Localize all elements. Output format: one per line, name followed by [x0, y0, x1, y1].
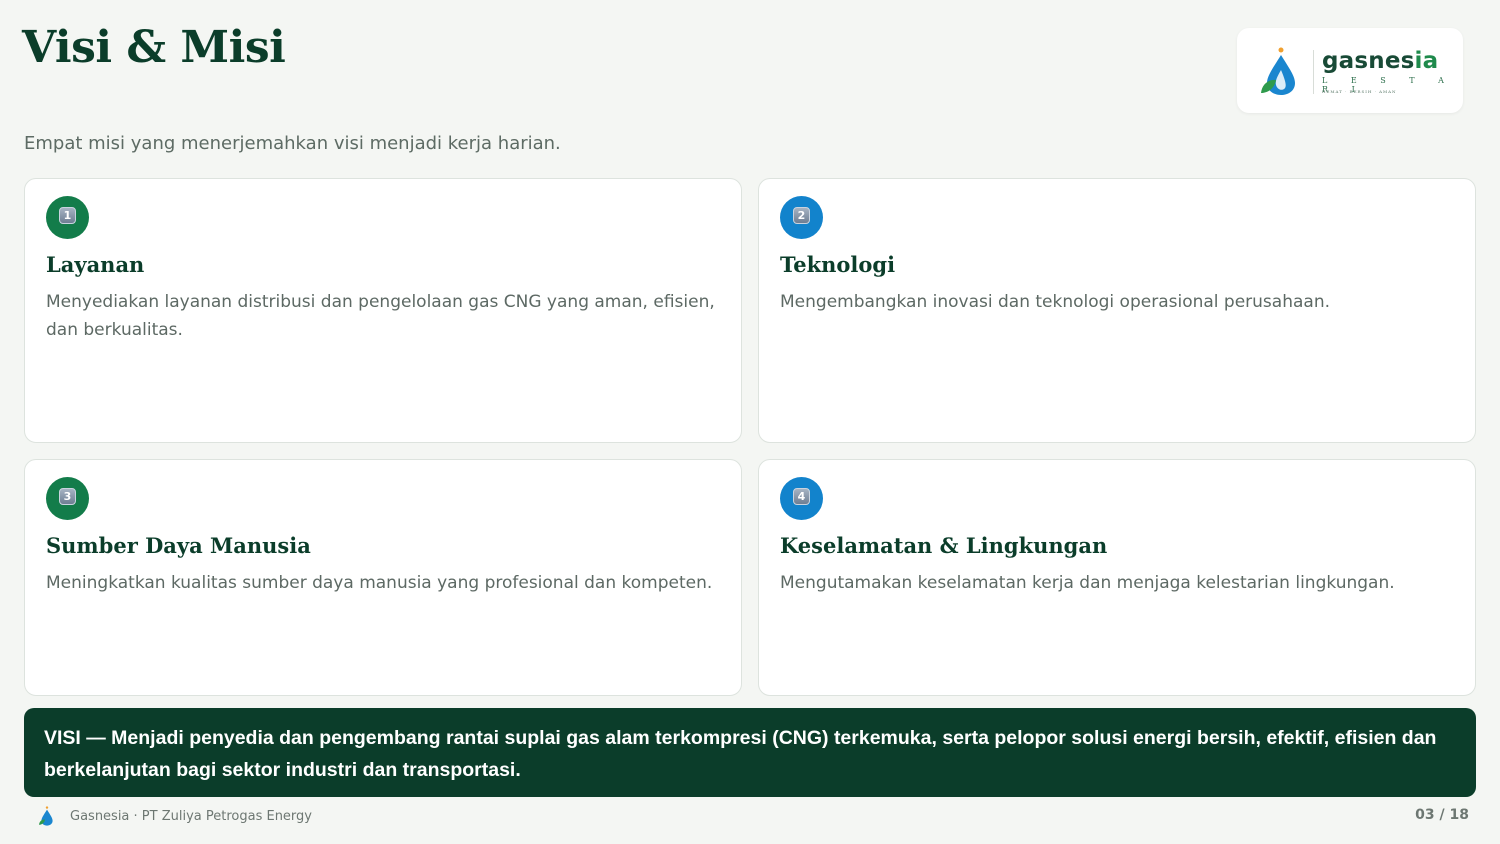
mission-title: Teknologi: [780, 252, 896, 277]
page-subtitle: Empat misi yang menerjemahkan visi menja…: [24, 133, 561, 154]
keycap-number-icon: 2: [793, 206, 810, 224]
mission-description: Mengembangkan inovasi dan teknologi oper…: [780, 292, 1330, 312]
mission-card-keselamatan: 4 Keselamatan & Lingkungan Mengutamakan …: [758, 459, 1476, 696]
logo-separator: [1313, 50, 1314, 94]
page-number: 03 / 18: [1415, 807, 1469, 823]
logo-wordmark: gasnesia: [1322, 48, 1439, 74]
mission-badge: 4: [780, 477, 823, 520]
mission-title: Keselamatan & Lingkungan: [780, 533, 1108, 558]
mission-description: Menyediakan layanan distribusi dan penge…: [46, 292, 715, 340]
logo-tagline: HEMAT · BERSIH · AMAN: [1322, 89, 1397, 94]
page-title: Visi & Misi: [22, 22, 286, 73]
mission-badge: 3: [46, 477, 89, 520]
brand-logo: gasnesia L E S T A R I HEMAT · BERSIH · …: [1237, 28, 1463, 113]
keycap-number-icon: 1: [59, 206, 76, 224]
mission-title: Layanan: [46, 252, 145, 277]
keycap-number-icon: 3: [59, 487, 76, 505]
vision-banner: VISI — Menjadi penyedia dan pengembang r…: [24, 708, 1476, 797]
mission-description: Meningkatkan kualitas sumber daya manusi…: [46, 573, 713, 593]
mission-badge: 1: [46, 196, 89, 239]
mission-card-teknologi: 2 Teknologi Mengembangkan inovasi dan te…: [758, 178, 1476, 443]
mission-card-sdm: 3 Sumber Daya Manusia Meningkatkan kuali…: [24, 459, 742, 696]
mission-card-layanan: 1 Layanan Menyediakan layanan distribusi…: [24, 178, 742, 443]
gas-drop-leaf-icon: [1261, 47, 1295, 95]
gas-drop-leaf-icon: [39, 806, 53, 826]
footer-company: Gasnesia · PT Zuliya Petrogas Energy: [70, 809, 312, 824]
mission-title: Sumber Daya Manusia: [46, 533, 311, 558]
mission-badge: 2: [780, 196, 823, 239]
mission-description: Mengutamakan keselamatan kerja dan menja…: [780, 573, 1395, 593]
keycap-number-icon: 4: [793, 487, 810, 505]
